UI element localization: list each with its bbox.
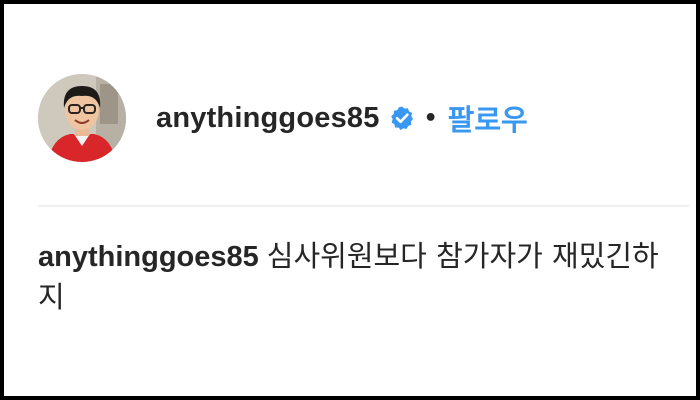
post-username[interactable]: anythinggoes85 <box>156 102 380 135</box>
comment: anythinggoes85 심사위원보다 참가자가 재밌긴하지 <box>38 236 668 317</box>
post-header: anythinggoes85 • 팔로우 <box>38 74 528 162</box>
separator-dot: • <box>423 105 438 131</box>
divider <box>38 205 689 207</box>
post-card: anythinggoes85 • 팔로우 anythinggoes85 심사위원보… <box>0 0 700 400</box>
comment-username[interactable]: anythinggoes85 <box>38 241 259 273</box>
verified-badge-icon <box>389 105 415 131</box>
follow-button[interactable]: 팔로우 <box>448 97 528 139</box>
avatar[interactable] <box>38 74 126 162</box>
avatar-image <box>38 74 126 162</box>
